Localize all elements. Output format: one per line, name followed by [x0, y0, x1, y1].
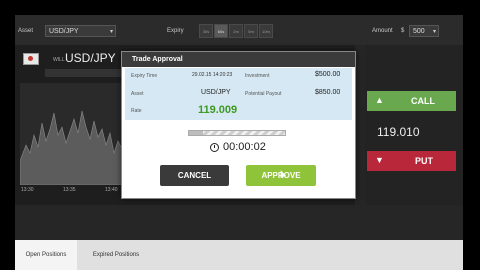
- amount-select-value: 500: [413, 28, 425, 35]
- approval-progress-bar: [188, 130, 286, 136]
- countdown-timer: 00:00:02: [223, 141, 266, 153]
- asset-select-value: USD/JPY: [49, 28, 79, 35]
- japan-flag-icon: [23, 53, 39, 65]
- amount-select[interactable]: 500 ▾: [409, 25, 439, 37]
- arrow-down-icon: ▼: [375, 155, 384, 165]
- chevron-down-icon: ▾: [432, 29, 436, 35]
- asset-label: Asset: [131, 91, 144, 97]
- expiry-option-5[interactable]: 10m: [259, 24, 273, 38]
- pair-title: USD/JPY: [65, 51, 116, 65]
- amount-currency: $: [401, 28, 405, 34]
- call-label: CALL: [411, 96, 435, 106]
- pair-prefix: WILL: [53, 57, 65, 63]
- asset-value: USD/JPY: [201, 89, 231, 96]
- amount-label: Amount: [372, 28, 393, 34]
- tab-open-positions[interactable]: Open Positions: [15, 240, 77, 270]
- clock-icon: [210, 143, 219, 152]
- expiry-option-4[interactable]: 5m: [244, 24, 258, 38]
- call-button[interactable]: ▲ CALL: [367, 91, 456, 111]
- current-rate: 119.010: [377, 125, 420, 139]
- price-chart: [20, 83, 135, 185]
- top-toolbar: Asset USD/JPY ▾ Expiry 30s 60s 2m 5m 10m…: [15, 15, 463, 45]
- payout-value: $850.00: [315, 89, 341, 96]
- investment-label: Investment: [245, 73, 270, 79]
- time-tick: 13:35: [63, 187, 76, 193]
- cancel-button[interactable]: CANCEL: [160, 165, 229, 186]
- chevron-down-icon: ▾: [109, 29, 113, 35]
- positions-tabs: Open Positions Expired Positions: [15, 240, 463, 270]
- rate-value: 119.009: [198, 104, 238, 116]
- expiry-option-2[interactable]: 60s: [214, 24, 228, 38]
- rate-label: Rate: [131, 108, 142, 114]
- progress-fill: [189, 131, 204, 135]
- expiry-label: Expiry: [167, 28, 184, 34]
- dialog-title: Trade Approval: [122, 52, 355, 67]
- time-tick: 13:30: [21, 187, 34, 193]
- put-label: PUT: [415, 156, 433, 166]
- expiry-option-1[interactable]: 30s: [199, 24, 213, 38]
- put-button[interactable]: ▼ PUT: [367, 151, 456, 171]
- time-tick: 13:40: [105, 187, 118, 193]
- expiry-time-value: 29.02.15 14:20:23: [192, 72, 233, 78]
- asset-label: Asset: [18, 28, 34, 34]
- payout-label: Potential Payout: [245, 91, 282, 97]
- price-area: [20, 110, 135, 185]
- arrow-up-icon: ▲: [375, 95, 384, 105]
- expiry-time-label: Expiry Time: [131, 73, 158, 79]
- price-area-svg: [20, 110, 135, 185]
- asset-select[interactable]: USD/JPY ▾: [45, 25, 116, 37]
- tab-expired-positions[interactable]: Expired Positions: [77, 240, 155, 270]
- expiry-option-3[interactable]: 2m: [229, 24, 243, 38]
- trade-approval-dialog: Trade Approval Expiry Time 29.02.15 14:2…: [121, 51, 356, 199]
- investment-value: $500.00: [315, 71, 341, 78]
- trade-info-panel: Expiry Time 29.02.15 14:20:23 Investment…: [125, 68, 352, 120]
